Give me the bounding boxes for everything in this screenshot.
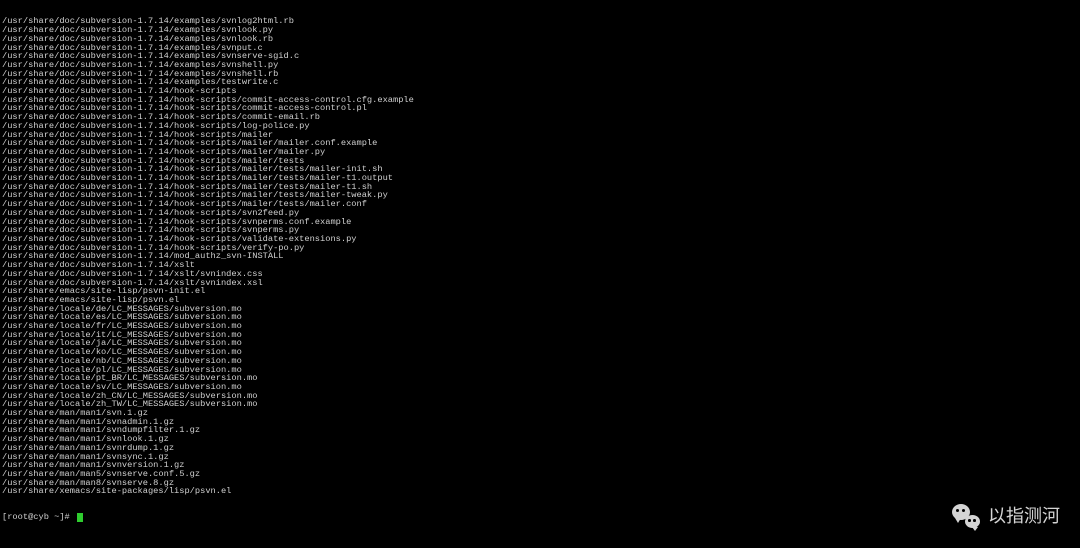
terminal[interactable]: /usr/share/doc/subversion-1.7.14/example… [0,0,1080,548]
cursor-block [77,513,83,522]
shell-prompt-line[interactable]: [root@cyb ~]# [0,513,1080,522]
output-lines: /usr/share/doc/subversion-1.7.14/example… [0,17,1080,496]
shell-prompt: [root@cyb ~]# [2,512,75,522]
output-line: /usr/share/locale/zh_TW/LC_MESSAGES/subv… [0,400,1080,409]
output-line: /usr/share/xemacs/site-packages/lisp/psv… [0,487,1080,496]
